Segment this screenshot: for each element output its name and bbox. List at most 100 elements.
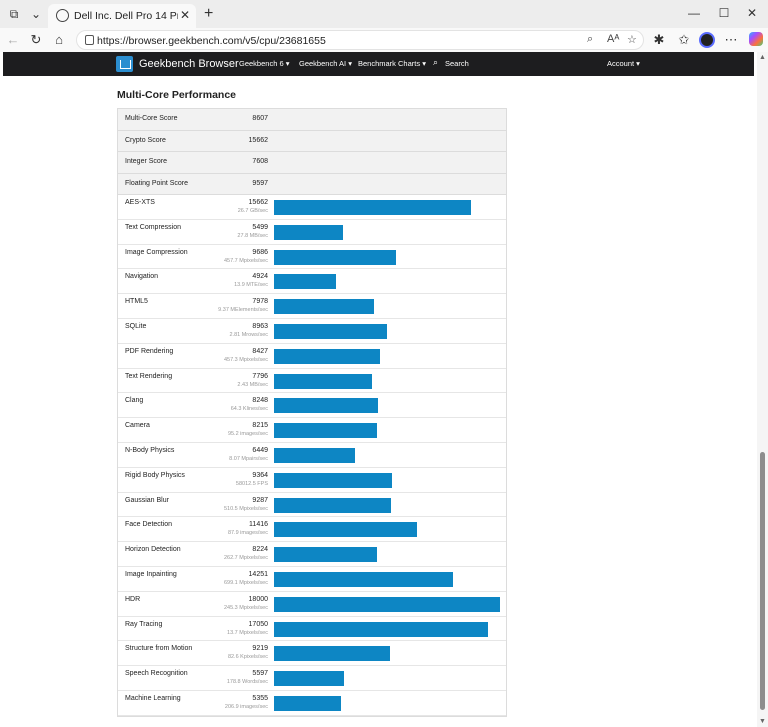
workload-score: 8963 — [252, 322, 268, 330]
tab-list-chevron-icon[interactable]: ⌄ — [28, 6, 44, 22]
workload-name: Text Rendering — [125, 372, 173, 380]
workload-name: Face Detection — [125, 521, 173, 529]
workload-rate: 13.9 MTE/sec — [234, 282, 268, 289]
summary-label: Floating Point Score — [125, 179, 189, 187]
workload-name: Horizon Detection — [125, 546, 181, 554]
score-bar — [274, 472, 392, 488]
score-bar — [274, 224, 343, 240]
workload-row: Image Compression 9686 457.7 Mpixels/sec — [118, 244, 506, 270]
workload-row: HDR 18000 245.3 Mpixels/sec — [118, 591, 506, 617]
workload-rate: 8.07 Mpairs/sec — [229, 455, 268, 462]
workload-rate: 457.3 Mpixels/sec — [223, 356, 268, 363]
read-aloud-icon[interactable]: Aᴬ — [607, 33, 619, 45]
score-bar — [274, 398, 378, 414]
close-tab-icon[interactable]: ✕ — [180, 8, 190, 22]
workload-rate: 87.9 images/sec — [227, 530, 268, 537]
workload-rate: 178.8 Words/sec — [226, 679, 268, 686]
scroll-up-icon[interactable]: ▲ — [759, 54, 766, 61]
page-scrollbar[interactable]: ▲ ▼ — [757, 52, 768, 727]
workload-rate: 9.37 MElements/sec — [218, 307, 268, 314]
home-icon[interactable]: ⌂ — [50, 31, 68, 49]
workload-name: N-Body Physics — [125, 446, 175, 454]
score-bar — [274, 447, 355, 463]
score-bar — [274, 423, 377, 439]
workload-name: PDF Rendering — [125, 347, 174, 355]
workload-rate: 82.6 Kpixels/sec — [227, 654, 268, 661]
summary-row: Integer Score 7608 — [118, 152, 506, 174]
score-bar — [274, 596, 500, 612]
page-viewport: Geekbench Browser Geekbench 6 ▾ Geekbenc… — [0, 52, 757, 727]
maximize-icon[interactable]: ☐ — [714, 6, 734, 20]
site-brand[interactable]: Geekbench Browser — [139, 58, 239, 70]
workload-score: 15662 — [248, 199, 268, 206]
workload-score: 5499 — [252, 223, 268, 231]
score-bar — [274, 200, 471, 215]
more-menu-icon[interactable]: ⋯ — [722, 31, 740, 49]
workload-score: 14251 — [248, 570, 268, 578]
menu-account[interactable]: Account ▾ — [607, 59, 640, 68]
workload-rate: 13.7 Mpixels/sec — [227, 629, 268, 636]
score-bar — [274, 695, 341, 711]
workload-name: AES-XTS — [125, 199, 155, 206]
zoom-icon[interactable]: ⌕ — [587, 33, 593, 46]
workload-rate: 2.81 Mrows/sec — [229, 331, 268, 338]
workload-rate: 2.43 MB/sec — [237, 381, 268, 388]
workload-row: Face Detection 11416 87.9 images/sec — [118, 517, 506, 543]
back-icon[interactable]: ← — [4, 31, 22, 49]
minimize-icon[interactable]: — — [684, 6, 704, 20]
workload-score: 6449 — [252, 446, 268, 454]
workload-rate: 457.7 Mpixels/sec — [223, 257, 268, 264]
refresh-icon[interactable]: ↻ — [27, 31, 45, 49]
workload-name: Machine Learning — [125, 694, 181, 702]
workload-row: N-Body Physics 6449 8.07 Mpairs/sec — [118, 442, 506, 468]
score-bar — [274, 299, 374, 315]
score-bar — [274, 522, 417, 538]
workload-name: Structure from Motion — [125, 645, 193, 653]
scroll-down-icon[interactable]: ▼ — [759, 718, 766, 725]
profile-avatar[interactable] — [699, 32, 715, 48]
extensions-icon[interactable]: ✱ — [650, 31, 668, 49]
workload-row: Speech Recognition 5597 178.8 Words/sec — [118, 666, 506, 691]
scrollbar-thumb[interactable] — [760, 452, 765, 710]
favorites-icon[interactable]: ✩ — [675, 31, 693, 49]
summary-value: 8607 — [252, 115, 268, 122]
copilot-icon[interactable] — [749, 32, 763, 46]
workload-score: 5597 — [252, 670, 268, 678]
workload-name: Camera — [125, 422, 150, 430]
workload-score: 4924 — [252, 273, 268, 281]
lock-icon — [85, 35, 94, 45]
workload-score: 17050 — [248, 620, 268, 628]
window-close-icon[interactable]: ✕ — [742, 6, 762, 20]
url-text[interactable]: https://browser.geekbench.com/v5/cpu/236… — [97, 35, 326, 47]
workload-name: Gaussian Blur — [125, 496, 169, 504]
workload-row: PDF Rendering 8427 457.3 Mpixels/sec — [118, 343, 506, 369]
workspaces-icon[interactable]: ⧉ — [6, 6, 22, 22]
favorite-star-icon[interactable]: ☆ — [627, 33, 637, 46]
workload-score: 9219 — [252, 645, 268, 653]
score-bar — [274, 571, 453, 587]
workload-rate: 510.5 Mpixels/sec — [223, 505, 268, 512]
results-table: Multi-Core Score 8607 Crypto Score 15662 Int… — [117, 108, 507, 717]
workload-name: Image Inpainting — [125, 570, 177, 578]
geekbench-logo-icon[interactable] — [116, 56, 133, 72]
workload-row: Machine Learning 5355 206.9 images/sec — [118, 690, 506, 716]
summary-value: 9597 — [252, 179, 268, 187]
search-icon[interactable]: ⌕ — [433, 57, 438, 68]
workload-row: Clang 8248 64.3 Klines/sec — [118, 393, 506, 419]
menu-benchmark-charts[interactable]: Benchmark Charts ▾ — [358, 59, 426, 68]
new-tab-icon[interactable]: + — [204, 5, 213, 23]
workload-rate: 27.8 MB/sec — [237, 232, 268, 239]
browser-tab[interactable]: Dell Inc. Dell Pro 14 Premium PA1 ✕ — [48, 4, 196, 28]
workload-score: 8427 — [252, 347, 268, 355]
workload-name: HDR — [125, 595, 141, 603]
menu-geekbench-ai[interactable]: Geekbench AI ▾ — [299, 59, 352, 68]
address-bar[interactable]: https://browser.geekbench.com/v5/cpu/236… — [76, 30, 644, 50]
menu-geekbench6[interactable]: Geekbench 6 ▾ — [239, 59, 289, 68]
menu-search[interactable]: Search — [445, 59, 469, 68]
score-bar — [274, 373, 372, 389]
workload-name: SQLite — [125, 322, 147, 330]
workload-row: Rigid Body Physics 9364 58012.5 FPS — [118, 467, 506, 493]
workload-score: 5355 — [252, 694, 268, 702]
workload-name: Ray Tracing — [125, 620, 163, 628]
workload-row: AES-XTS 15662 26.7 GB/sec — [118, 195, 506, 220]
